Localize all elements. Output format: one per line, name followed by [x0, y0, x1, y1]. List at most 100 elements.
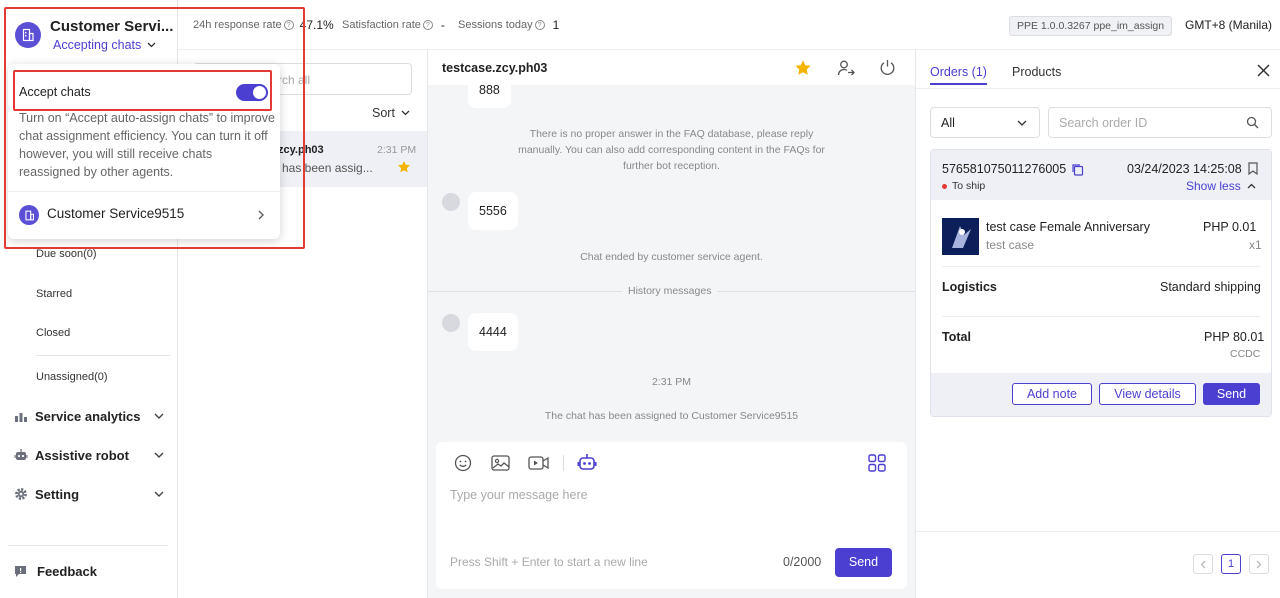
robot-icon [14, 448, 28, 462]
chat-ended-notice: Chat ended by customer service agent. [580, 251, 763, 263]
add-note-button[interactable]: Add note [1012, 383, 1092, 405]
total-value: PHP 80.01 [1204, 330, 1265, 344]
order-search-input[interactable]: Search order ID [1048, 107, 1272, 138]
order-panel: Orders (1) Products All Search order ID … [915, 50, 1280, 598]
robot-icon[interactable] [577, 452, 597, 472]
metric-sessions-label: Sessions today [458, 19, 533, 31]
nav-divider [36, 355, 170, 356]
order-status: To ship [952, 180, 986, 192]
total-note: CCDC [1230, 348, 1261, 360]
highlight-box-toggle [13, 70, 272, 111]
chevron-up-icon [1247, 183, 1256, 189]
toolbar-divider [563, 455, 564, 471]
character-counter: 0/2000 [783, 555, 822, 569]
product-thumbnail [942, 218, 979, 255]
customer-avatar [442, 314, 460, 332]
feedback-label: Feedback [37, 563, 97, 579]
sidebar-bottom-divider [8, 545, 168, 546]
nav-assistive-robot[interactable]: Assistive robot [14, 445, 164, 465]
order-datetime: 03/24/2023 14:25:08 [1127, 162, 1242, 176]
close-icon[interactable] [1257, 64, 1270, 77]
pagination-next[interactable] [1249, 554, 1269, 574]
product-variant: test case [986, 238, 1035, 252]
nav-assistive-robot-label: Assistive robot [35, 447, 129, 463]
product-qty: x1 [1249, 238, 1262, 252]
nav-due-soon[interactable]: Due soon(0) [36, 248, 97, 260]
feedback-icon [14, 565, 27, 578]
product-name: test case Female Anniversary [986, 220, 1150, 234]
send-message-button[interactable]: Send [835, 548, 892, 577]
copy-icon[interactable] [1071, 163, 1084, 176]
nav-unassigned[interactable]: Unassigned(0) [36, 371, 108, 383]
nav-closed[interactable]: Closed [36, 327, 70, 339]
tab-orders[interactable]: Orders (1) [930, 63, 987, 85]
order-status-dot [942, 184, 947, 189]
faq-notice-text: There is no proper answer in the FAQ dat… [518, 128, 825, 172]
feedback-link[interactable]: Feedback [14, 561, 164, 581]
message-bubble: 4444 [468, 313, 518, 351]
card-divider [942, 316, 1260, 317]
total-label: Total [942, 330, 971, 344]
order-card: 576581075011276005 03/24/2023 14:25:08 T… [930, 149, 1272, 417]
power-icon[interactable] [879, 59, 896, 76]
top-bar: 24h response rate ? 47.1% Satisfaction r… [178, 0, 1280, 50]
logistics-value: Standard shipping [1160, 280, 1261, 294]
sort-dropdown[interactable]: Sort [372, 106, 410, 120]
version-badge: PPE 1.0.0.3267 ppe_im_assign [1009, 16, 1173, 36]
chevron-down-icon [154, 491, 164, 497]
pagination-divider [916, 531, 1280, 532]
composer-hint: Press Shift + Enter to start a new line [450, 555, 648, 569]
metric-satisfaction-label: Satisfaction rate [342, 19, 421, 31]
view-details-button[interactable]: View details [1099, 383, 1196, 405]
image-icon[interactable] [491, 454, 510, 472]
sort-label: Sort [372, 106, 395, 120]
chevron-left-icon [1200, 560, 1206, 569]
show-less-toggle[interactable]: Show less [1186, 179, 1256, 193]
message-input-placeholder: Type your message here [450, 488, 588, 502]
pagination-page[interactable]: 1 [1221, 554, 1241, 574]
message-composer: Type your message here Press Shift + Ent… [436, 442, 907, 589]
metric-satisfaction-rate: Satisfaction rate ? - [342, 18, 445, 32]
help-icon[interactable]: ? [534, 20, 545, 30]
conversation-panel: 888 There is no proper answer in the FAQ… [428, 50, 915, 598]
card-divider [942, 266, 1260, 267]
tab-products-label: Products [1012, 65, 1062, 79]
pagination-prev[interactable] [1193, 554, 1213, 574]
tab-bar-divider [916, 88, 1280, 89]
message-input[interactable]: Type your message here [450, 486, 890, 546]
highlight-box-outer [4, 7, 305, 249]
customer-avatar [442, 193, 460, 211]
video-icon[interactable] [528, 454, 550, 472]
bookmark-icon[interactable] [1248, 162, 1258, 175]
nav-setting[interactable]: Setting [14, 484, 164, 504]
message-time: 2:31 PM [651, 376, 692, 388]
chevron-down-icon [154, 452, 164, 458]
conversation-header: testcase.zcy.ph03 [428, 50, 915, 85]
help-icon[interactable]: ? [422, 20, 433, 30]
chevron-right-icon [1256, 560, 1262, 569]
chevron-down-icon [401, 110, 410, 116]
apps-grid-icon[interactable] [868, 454, 886, 472]
show-less-label: Show less [1186, 179, 1241, 193]
send-order-button[interactable]: Send [1203, 383, 1260, 405]
gear-icon [14, 487, 28, 501]
order-filter-select[interactable]: All [930, 107, 1040, 138]
timezone-selector[interactable]: GMT+8 (Manila) [1185, 18, 1272, 32]
logistics-label: Logistics [942, 280, 997, 294]
bar-chart-icon [14, 409, 28, 423]
star-icon[interactable] [397, 160, 411, 174]
star-icon[interactable] [794, 59, 812, 77]
product-price: PHP 0.01 [1203, 220, 1257, 234]
nav-service-analytics[interactable]: Service analytics [14, 406, 164, 426]
metric-satisfaction-value: - [440, 18, 445, 32]
tab-products[interactable]: Products [1012, 63, 1061, 81]
transfer-user-icon[interactable] [837, 59, 855, 77]
nav-service-analytics-label: Service analytics [35, 408, 141, 424]
chevron-down-icon [1017, 120, 1027, 126]
nav-starred[interactable]: Starred [36, 288, 72, 300]
history-divider: History messages [428, 283, 915, 299]
message-bubble: 5556 [468, 192, 518, 230]
emoji-icon[interactable] [454, 454, 472, 472]
chat-item-time: 2:31 PM [377, 144, 417, 156]
search-icon[interactable] [1246, 116, 1259, 129]
